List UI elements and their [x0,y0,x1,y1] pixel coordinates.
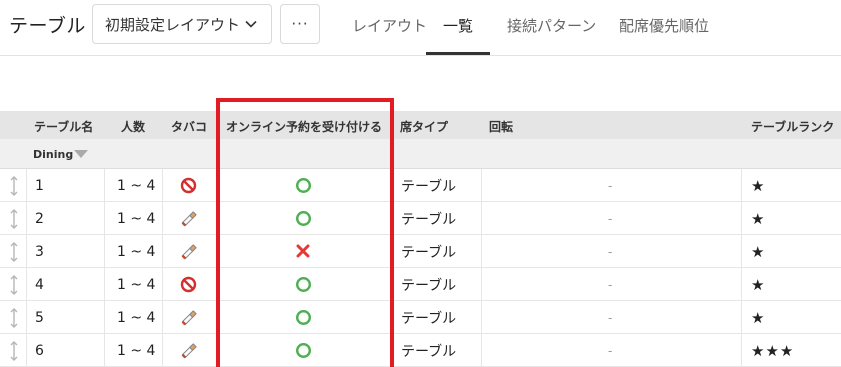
table-row[interactable]: 3 1 ~ 4 テーブル - ★ [0,235,841,268]
column-header-seat-type[interactable]: 席タイプ [400,118,448,135]
tobacco-status [180,309,198,331]
accepted-circle-icon [295,309,312,326]
column-header-online-booking[interactable]: オンライン予約を受け付ける [226,118,382,135]
collapse-triangle-icon[interactable] [74,150,88,158]
active-tab-indicator [426,52,490,55]
group-label: Dining [33,148,74,161]
accepted-circle-icon [295,177,312,194]
cell-table-rank: ★ [751,308,766,327]
column-header-capacity[interactable]: 人数 [121,118,145,135]
drag-handle-icon[interactable] [9,175,19,197]
tab-list[interactable]: 一覧 [443,15,473,36]
cell-table-name: 2 [35,210,44,227]
cigarette-icon [181,343,197,359]
accepted-circle-icon [295,342,312,359]
online-booking-status [295,177,312,198]
tab-seating-priority[interactable]: 配席優先順位 [619,15,709,36]
cell-seat-type: テーブル [401,211,457,228]
cell-capacity: 1 ~ 4 [117,276,156,293]
tab-connection-pattern[interactable]: 接続パターン [507,15,596,36]
cell-capacity: 1 ~ 4 [117,177,156,194]
cigarette-icon [181,310,197,326]
cell-capacity: 1 ~ 4 [117,243,156,260]
drag-handle-icon[interactable] [9,208,19,230]
cell-table-name: 3 [35,243,44,260]
column-header-tobacco[interactable]: タバコ [171,118,207,135]
more-options-button[interactable]: ··· [280,4,320,44]
cell-rotation: - [608,343,613,358]
online-booking-status [295,243,311,263]
cell-table-rank: ★★★ [751,341,795,360]
page-title: テーブル [9,15,86,37]
drag-handle-icon[interactable] [9,307,19,329]
tobacco-status [180,177,197,198]
layout-select[interactable]: 初期設定レイアウト [92,4,272,44]
no-smoking-icon [180,276,197,293]
table-header-row: テーブル名 人数 タバコ オンライン予約を受け付ける 席タイプ 回転 テーブルラ… [0,111,841,139]
cell-seat-type: テーブル [401,277,457,294]
tab-layout[interactable]: レイアウト [352,15,427,36]
cell-rotation: - [608,244,613,259]
cell-rotation: - [608,310,613,325]
cell-rotation: - [608,178,613,193]
table-row[interactable]: 1 1 ~ 4 テーブル - ★ [0,169,841,202]
online-booking-status [295,276,312,297]
accepted-circle-icon [295,276,312,293]
online-booking-status [295,210,312,231]
group-row-dining[interactable]: Dining [0,139,841,169]
cell-table-name: 1 [35,177,44,194]
header-bar: テーブル 初期設定レイアウト ··· レイアウト 一覧 接続パターン 配席優先順… [0,0,841,56]
online-booking-status [295,309,312,330]
cell-table-rank: ★ [751,176,766,195]
tobacco-status [180,342,198,364]
drag-handle-icon[interactable] [9,340,19,362]
cell-seat-type: テーブル [401,343,457,360]
cell-capacity: 1 ~ 4 [117,210,156,227]
accepted-circle-icon [295,210,312,227]
tobacco-status [180,210,198,232]
cell-table-name: 4 [35,276,44,293]
cell-table-rank: ★ [751,275,766,294]
cigarette-icon [181,244,197,260]
table-row[interactable]: 2 1 ~ 4 テーブル - ★ [0,202,841,235]
column-header-name[interactable]: テーブル名 [34,118,93,135]
drag-handle-icon[interactable] [9,274,19,296]
cell-seat-type: テーブル [401,178,457,195]
cell-seat-type: テーブル [401,310,457,327]
cell-table-rank: ★ [751,209,766,228]
tobacco-status [180,276,197,297]
cell-rotation: - [608,211,613,226]
no-smoking-icon [180,177,197,194]
online-booking-status [295,342,312,363]
chevron-down-icon [245,20,257,28]
cell-table-name: 5 [35,309,44,326]
cigarette-icon [181,211,197,227]
tobacco-status [180,243,198,265]
cell-capacity: 1 ~ 4 [117,342,156,359]
table-row[interactable]: 6 1 ~ 4 テーブル - ★★★ [0,334,841,367]
cell-capacity: 1 ~ 4 [117,309,156,326]
column-header-table-rank[interactable]: テーブルランク [751,118,834,135]
column-header-rotation[interactable]: 回転 [489,118,513,135]
cell-table-name: 6 [35,342,44,359]
table-row[interactable]: 5 1 ~ 4 テーブル - ★ [0,301,841,334]
layout-select-value: 初期設定レイアウト [105,15,241,34]
cell-seat-type: テーブル [401,244,457,261]
cell-rotation: - [608,277,613,292]
drag-handle-icon[interactable] [9,241,19,263]
rejected-cross-icon [296,244,310,258]
table-row[interactable]: 4 1 ~ 4 テーブル - ★ [0,268,841,301]
cell-table-rank: ★ [751,242,766,261]
